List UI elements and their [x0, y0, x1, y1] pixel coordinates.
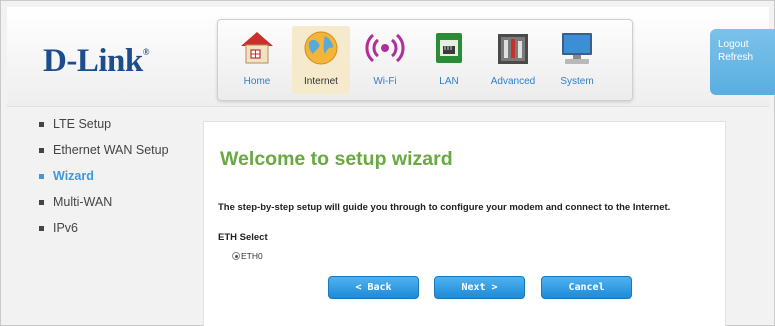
nav-wifi[interactable]: Wi-Fi [354, 26, 416, 98]
nav-system[interactable]: System [546, 26, 608, 98]
wifi-icon [365, 28, 405, 68]
nav-wifi-label: Wi-Fi [373, 76, 397, 87]
sidebar-item-ipv6[interactable]: IPv6 [39, 220, 199, 246]
wizard-panel: Welcome to setup wizard The step-by-step… [203, 121, 726, 326]
eth0-label: ETH0 [241, 251, 263, 261]
lan-icon [429, 28, 469, 68]
bullet-icon [39, 122, 44, 127]
header: D-Link® Home Internet Wi-Fi LAN Advanced… [7, 7, 775, 107]
eth0-option[interactable]: ETH0 [232, 251, 263, 261]
sidebar-item-ethernet-wan-setup[interactable]: Ethernet WAN Setup [39, 142, 199, 168]
sidebar-item-label: Multi-WAN [53, 195, 113, 209]
logo-registered-mark: ® [142, 47, 150, 57]
computer-icon [557, 28, 597, 68]
sidebar-item-lte-setup[interactable]: LTE Setup [39, 116, 199, 142]
next-button[interactable]: Next > [434, 276, 525, 299]
account-panel: Logout Refresh [710, 29, 775, 95]
logout-link[interactable]: Logout [710, 38, 775, 51]
router-admin-window: D-Link® Home Internet Wi-Fi LAN Advanced… [0, 0, 775, 326]
sidebar-item-label: IPv6 [53, 221, 79, 235]
back-button[interactable]: < Back [328, 276, 419, 299]
page-title: Welcome to setup wizard [220, 148, 453, 170]
bullet-icon [39, 226, 44, 231]
cancel-button[interactable]: Cancel [541, 276, 632, 299]
dlink-logo: D-Link® [43, 43, 149, 80]
nav-internet[interactable]: Internet [290, 26, 352, 98]
sidebar-menu: LTE Setup Ethernet WAN Setup Wizard Mult… [39, 116, 199, 246]
sidebar-item-label: Wizard [53, 169, 94, 183]
nav-home[interactable]: Home [226, 26, 288, 98]
nav-advanced[interactable]: Advanced [482, 26, 544, 98]
bullet-icon [39, 200, 44, 205]
home-icon [237, 28, 277, 68]
nav-lan[interactable]: LAN [418, 26, 480, 98]
sidebar-item-multi-wan[interactable]: Multi-WAN [39, 194, 199, 220]
wizard-description: The step-by-step setup will guide you th… [218, 202, 671, 213]
logo-text: D-Link [43, 43, 143, 79]
bullet-icon [39, 174, 44, 179]
bullet-icon [39, 148, 44, 153]
sidebar-item-wizard[interactable]: Wizard [39, 168, 199, 194]
nav-advanced-label: Advanced [490, 76, 536, 87]
nav-home-label: Home [243, 76, 271, 87]
main-nav: Home Internet Wi-Fi LAN Advanced System [217, 19, 633, 101]
sidebar-item-label: LTE Setup [53, 117, 112, 131]
sidebar-item-label: Ethernet WAN Setup [53, 143, 169, 157]
refresh-link[interactable]: Refresh [710, 51, 775, 64]
nav-lan-label: LAN [439, 76, 459, 87]
nav-internet-label: Internet [304, 76, 338, 87]
eth0-radio[interactable] [232, 252, 240, 260]
eth-select-label: ETH Select [218, 232, 268, 243]
globe-icon [301, 28, 341, 68]
nav-system-label: System [560, 76, 594, 87]
toolbox-icon [493, 28, 533, 68]
